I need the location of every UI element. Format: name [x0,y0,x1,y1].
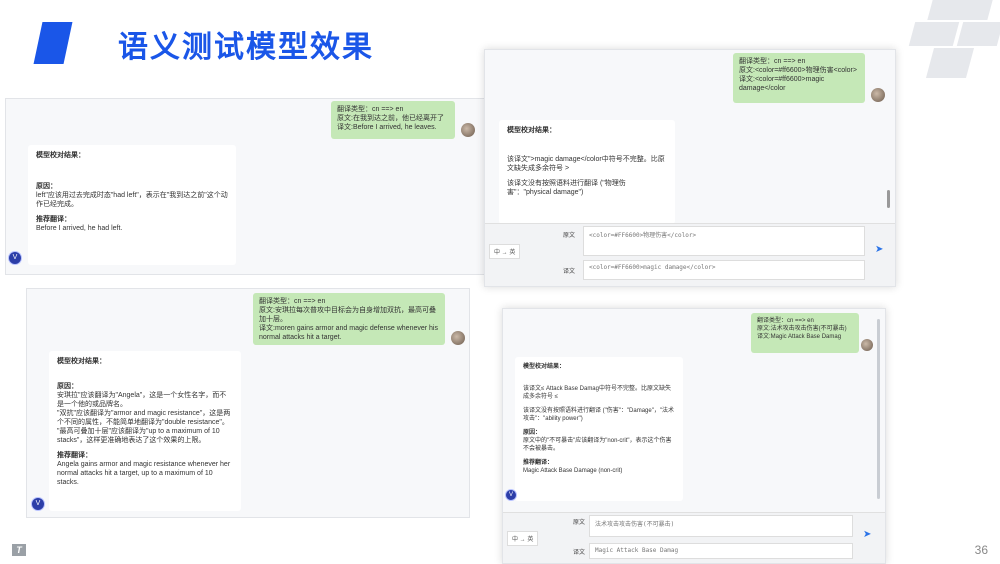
model-result-card: 模型校对结果： 原因： 安琪拉"应该翻译为"Angela"，这是一个女性名字，而… [49,351,241,511]
result-line: 该译文没有按照语料进行翻译 ("伤害"："Damage"，"法术攻击"："abi… [523,408,674,422]
chat-panel-2: 翻译类型：cn ==> en 原文:<color=#ff6600>物理伤害<co… [484,49,896,287]
page-number: 36 [974,543,988,557]
recommend-label: 推荐翻译： [36,216,71,223]
result-line: 该译文">magic damage</color中符号不完整。比原文缺失成多余符… [507,156,665,172]
user-message-bubble: 翻译类型：cn ==> en 原文:安琪拉每次普攻中目标会为自身增加双抗，最高可… [253,293,445,345]
user-message-bubble: 翻译类型：cn ==> en 原文:<color=#ff6600>物理伤害<co… [733,53,865,103]
result-line: 该译文没有按照语料进行翻译 ("物理伤害"："physical damage") [507,180,626,196]
chat-panel-4: 翻译类型：cn ==> en 原文:法术攻击攻击伤害(不可暴击) 译文:Magi… [502,308,886,564]
translation-input-area: 中 → 英 原文 法术攻击攻击伤害(不可暴击) 译文 Magic Attack … [503,512,885,563]
result-line: 该译文≤ Attack Base Damag中符号不完整。比原文缺失成多余符号 … [523,386,671,400]
source-label: 原文 [563,233,576,239]
message-line: 翻译类型：cn ==> en [259,298,326,305]
user-message-bubble: 翻译类型：cn ==> en 原文:法术攻击攻击伤害(不可暴击) 译文:Magi… [751,313,859,353]
chat-panel-3: 翻译类型：cn ==> en 原文:安琪拉每次普攻中目标会为自身增加双抗，最高可… [26,288,470,518]
reason-label: 原因： [57,383,78,390]
message-line: 译文:Magic Attack Base Damag [757,334,842,340]
source-label: 原文 [573,520,586,526]
recommend-label: 推荐翻译： [57,452,92,459]
reason-line: "双抗"应该翻译为"armor and magic resistance"，这是… [57,410,231,426]
send-icon[interactable]: ➤ [875,244,883,255]
source-input[interactable]: 法术攻击攻击伤害(不可暴击) [589,515,853,537]
language-select[interactable]: 中 → 英 [489,244,521,259]
source-input[interactable]: <color=#FF6600>物理伤害</color> [583,226,865,256]
message-line: 译文:moren gains armor and magic defense w… [259,325,440,341]
scrollbar[interactable] [887,190,890,208]
message-line: 翻译类型：cn ==> en [757,318,814,324]
model-result-card: 模型校对结果： 该译文≤ Attack Base Damag中符号不完整。比原文… [515,357,683,501]
user-message-bubble: 翻译类型：cn ==> en 原文:在我到达之前，他已经离开了 译文:Befor… [331,101,455,139]
model-result-card: 模型校对结果： 原因： left"应该用过去完成时态"had left"，表示在… [28,145,236,265]
target-input[interactable]: <color=#FF6600>magic damage</color> [583,260,865,280]
message-line: 译文:Before I arrived, he leaves. [337,124,437,131]
reason-label: 原因： [523,430,542,436]
message-line: 原文:<color=#ff6600>物理伤害<color> [739,67,857,74]
message-line: 原文:在我到达之前，他已经离开了 [337,115,444,122]
target-label: 译文 [573,550,586,556]
corner-decoration [908,22,960,46]
message-line: 翻译类型：cn ==> en [739,58,806,65]
user-avatar [861,339,873,351]
recommend-label: 推荐翻译： [523,460,554,466]
reason-label: 原因： [36,183,57,190]
send-icon[interactable]: ➤ [863,529,871,540]
corner-decoration [956,22,1000,46]
corner-decoration [927,0,993,20]
bot-avatar: V [8,251,22,265]
reason-text: 原文中的"不可暴击"应该翻译为"non-crit"，表示这个伤害不会被暴击。 [523,438,672,452]
bot-avatar: V [505,489,517,501]
slide-title: 语义测试模型效果 [118,30,374,65]
chat-panel-1: 翻译类型：cn ==> en 原文:在我到达之前，他已经离开了 译文:Befor… [5,98,485,275]
target-label: 译文 [563,269,576,275]
recommend-text: Before I arrived, he had left. [36,225,123,232]
corner-decoration [925,48,975,78]
recommend-text: Angela gains armor and magic resistance … [57,461,231,486]
scrollbar[interactable] [877,319,880,499]
title-accent-bar [33,22,73,64]
reason-text: left"应该用过去完成时态"had left"，表示在"我到达之前"这个动作已… [36,192,228,208]
recommend-text: Magic Attack Base Damage (non-crit) [523,468,623,474]
message-line: 原文:安琪拉每次普攻中目标会为自身增加双抗，最高可叠加十层。 [259,307,436,323]
message-line: 翻译类型：cn ==> en [337,106,404,113]
reason-line: 安琪拉"应该翻译为"Angela"，这是一个女性名字，而不是一个他的或品牌名。 [57,392,227,408]
target-input[interactable]: Magic Attack Base Damag [589,543,853,559]
result-heading: 模型校对结果： [57,358,106,365]
message-line: 原文:法术攻击攻击伤害(不可暴击) [757,326,847,332]
language-select[interactable]: 中 → 英 [507,531,539,546]
user-avatar [871,88,885,102]
user-avatar [451,331,465,345]
bot-avatar: V [31,497,45,511]
result-heading: 模型校对结果： [36,152,85,159]
user-avatar [461,123,475,137]
result-heading: 模型校对结果： [507,127,556,134]
company-logo-icon: T [12,544,26,556]
model-result-card: 模型校对结果： 该译文">magic damage</color中符号不完整。比… [499,120,675,224]
reason-line: "最高可叠加十层"应该翻译为"up to a maximum of 10 sta… [57,428,220,444]
message-line: 译文:<color=#ff6600>magic damage</color [739,76,827,92]
translation-input-area: 中 → 英 原文 <color=#FF6600>物理伤害</color> 译文 … [485,223,895,286]
result-heading: 模型校对结果： [523,364,566,370]
